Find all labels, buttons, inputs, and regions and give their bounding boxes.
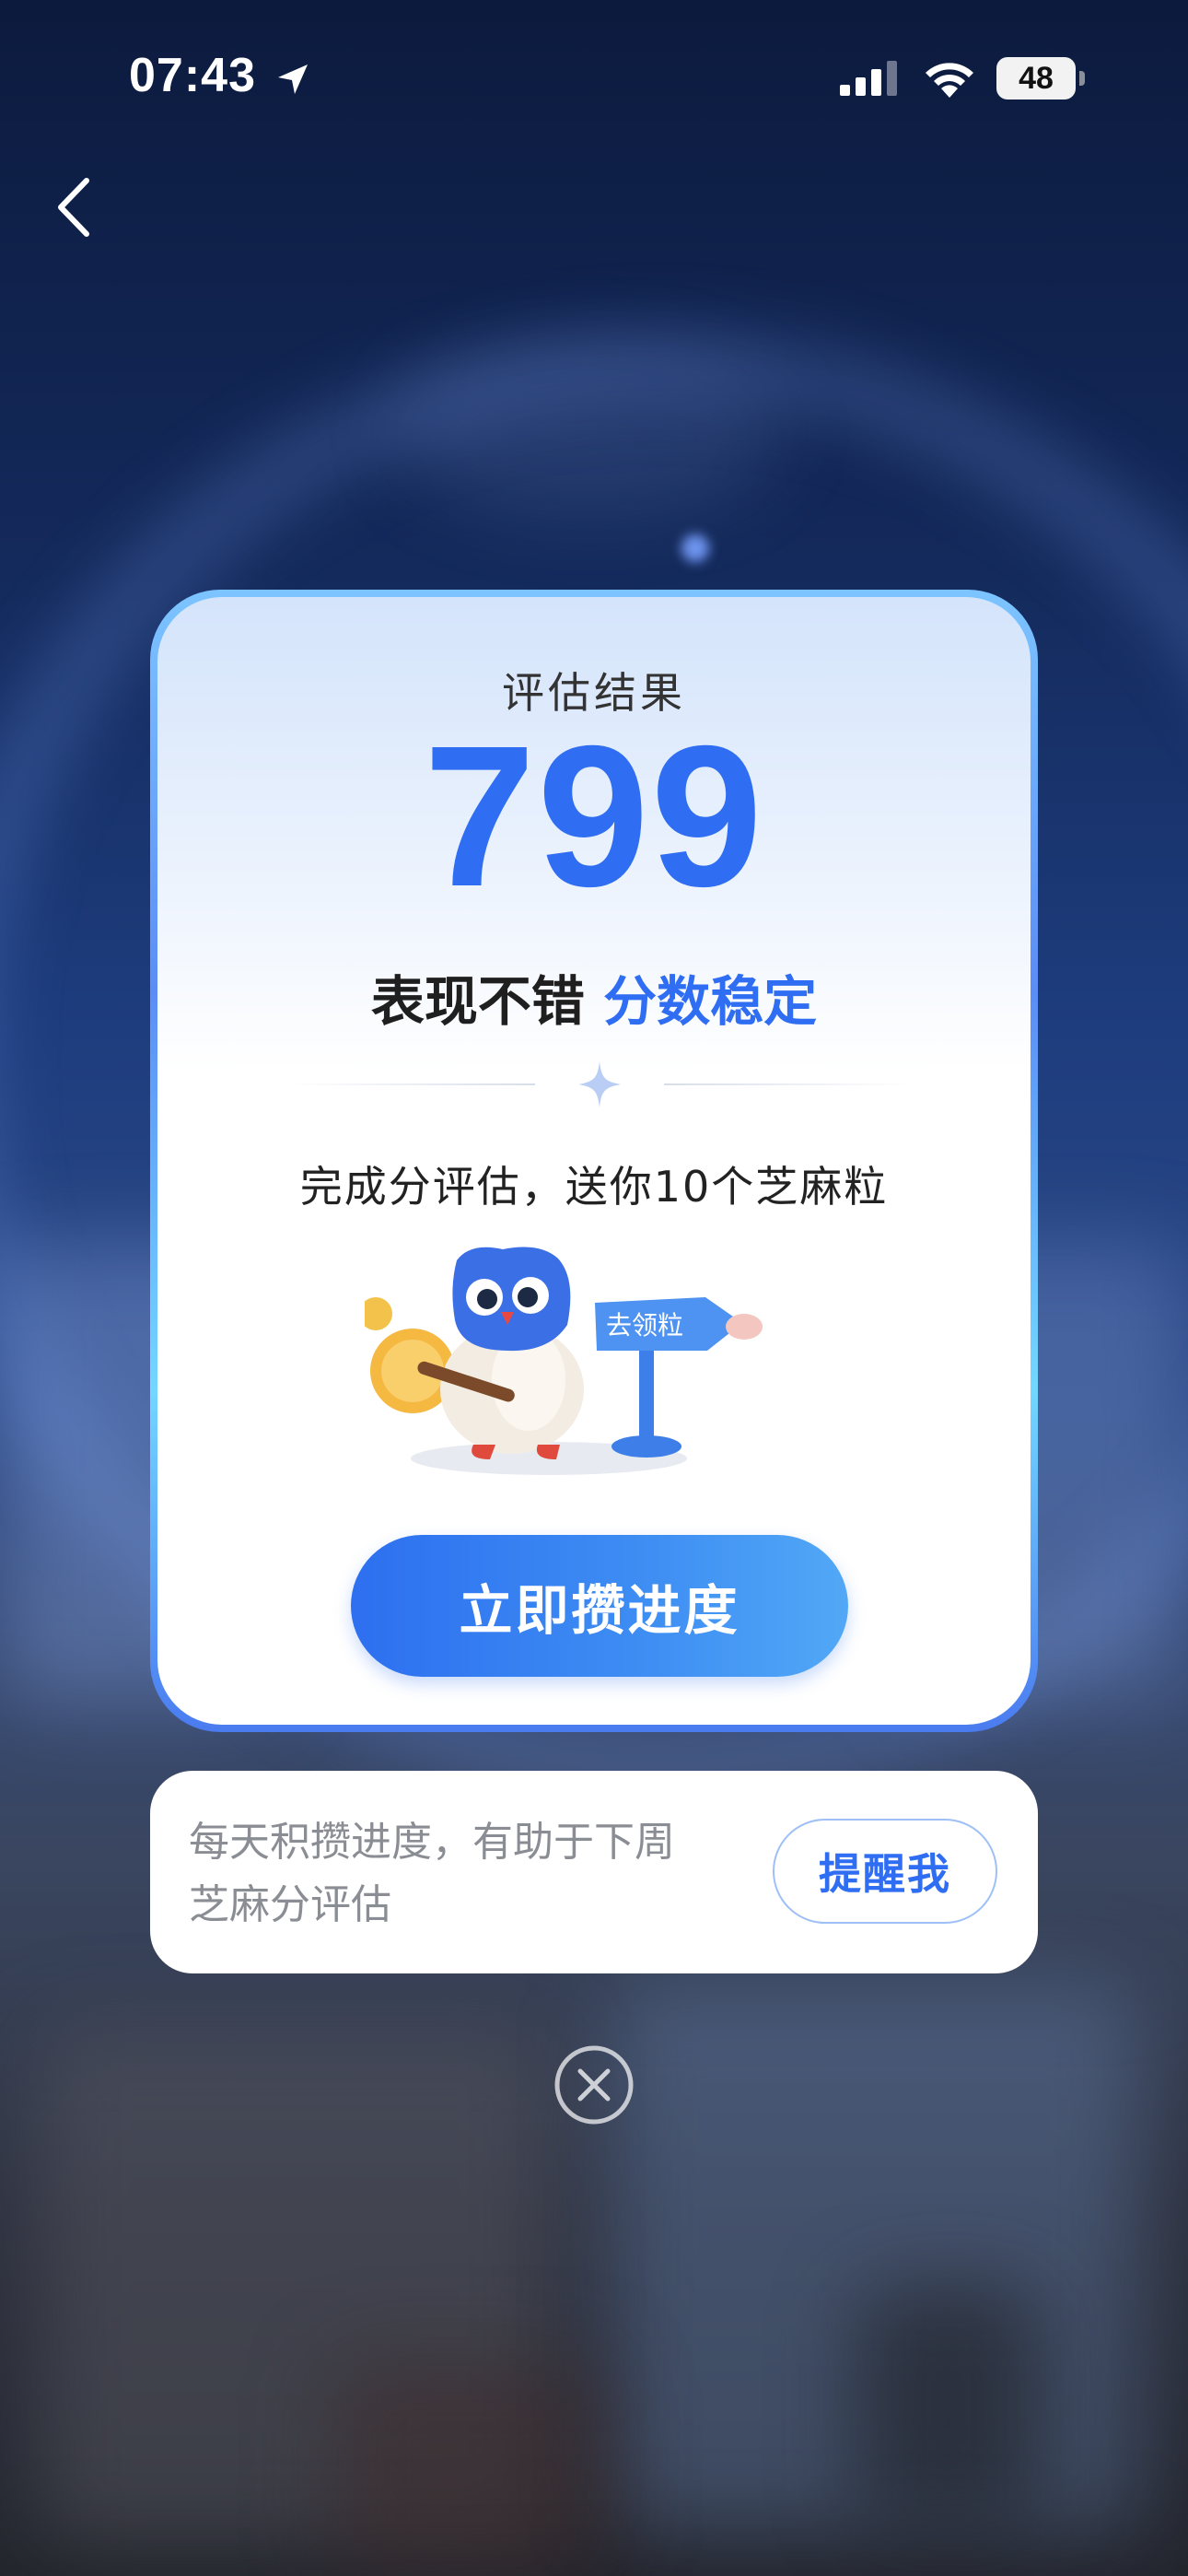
verdict-highlight: 分数稳定 [603,970,818,1033]
sparkle-icon [578,1061,621,1107]
sesame-score: 799 [424,705,764,929]
score-verdict: 表现不错 分数稳定 [157,958,1031,1036]
evaluation-result-card: 评估结果 799 表现不错 分数稳定 完成分评估，送你10个芝麻粒 去领粒 立即… [150,590,1038,1732]
reminder-card: 每天积攒进度，有助于下周 芝麻分评估 提醒我 [150,1771,1038,1973]
sign-text: 去领粒 [606,1310,683,1341]
reminder-text-line2: 芝麻分评估 [189,1881,391,1928]
back-chevron-icon[interactable] [52,175,98,240]
reward-text: 完成分评估，送你10个芝麻粒 [299,1162,889,1212]
evaluation-card-body: 评估结果 799 表现不错 分数稳定 完成分评估，送你10个芝麻粒 去领粒 立即… [157,597,1031,1725]
status-bar: 07:43 48 [0,0,1188,157]
verdict-prefix: 表现不错 [370,970,585,1033]
reminder-text-line1: 每天积攒进度，有助于下周 [189,1819,675,1866]
mascot-illustration: 去领粒 [365,1247,763,1475]
wifi-icon [926,63,973,98]
divider [286,1061,913,1107]
signal-icon [840,61,897,96]
location-arrow-icon [278,64,308,94]
status-time: 07:43 [129,49,256,102]
reminder-text: 每天积攒进度，有助于下周 芝麻分评估 [189,1811,760,1937]
battery-icon: 48 [996,57,1076,100]
collect-progress-button[interactable]: 立即攒进度 [351,1535,848,1677]
close-circle-icon[interactable] [553,2043,635,2126]
battery-tip [1079,71,1085,86]
remind-me-button[interactable]: 提醒我 [773,1819,997,1924]
